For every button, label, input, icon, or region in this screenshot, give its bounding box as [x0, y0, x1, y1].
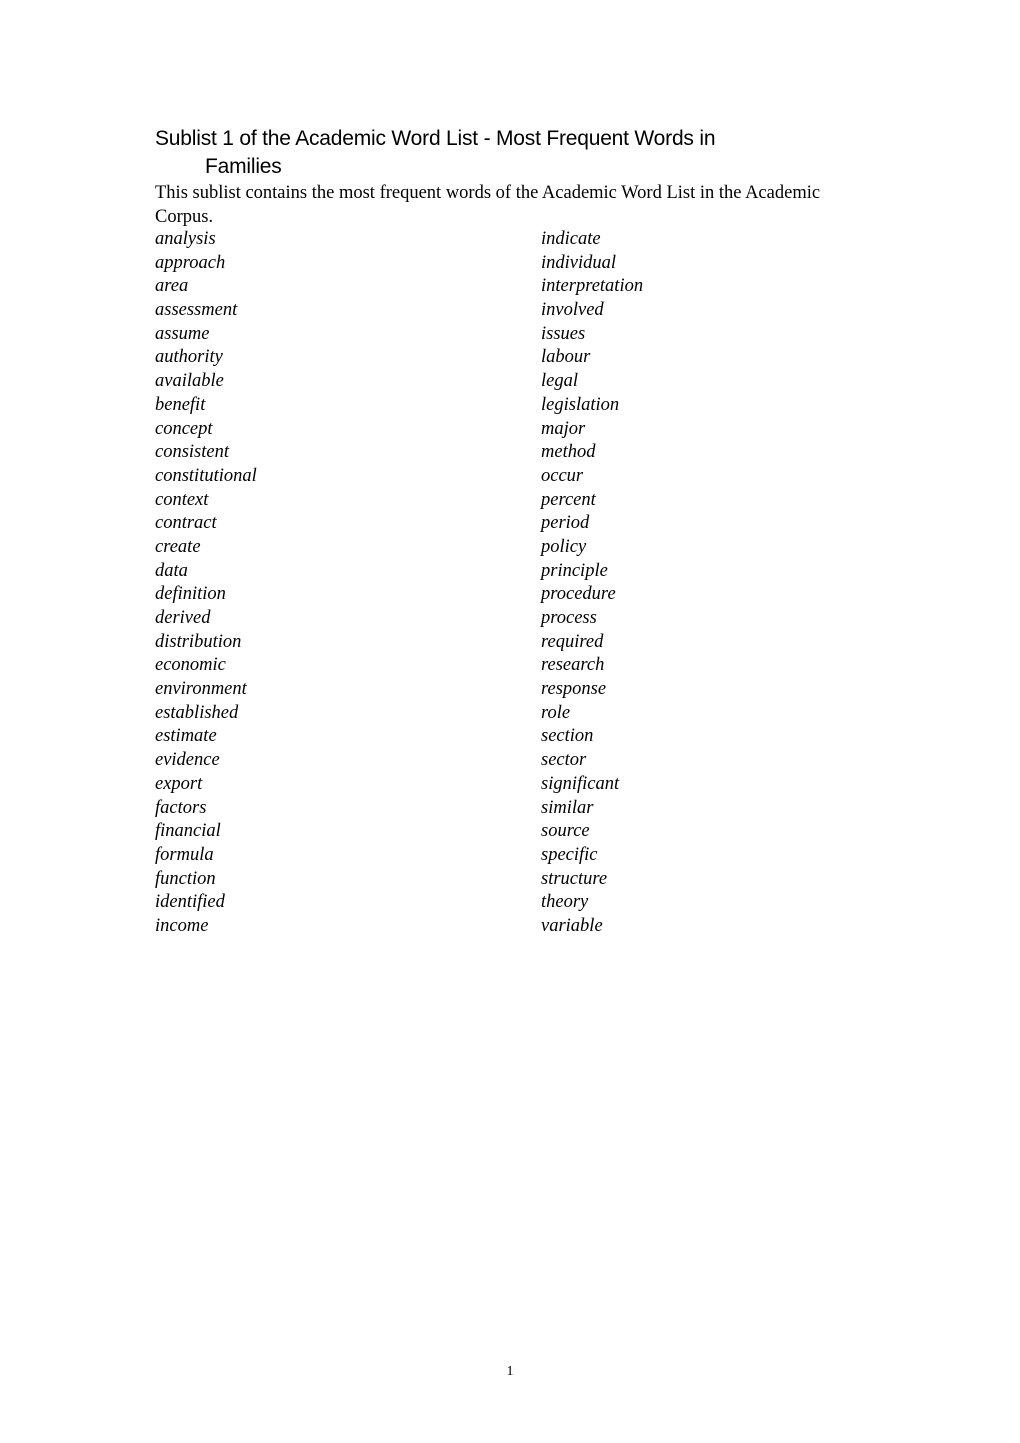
word-row: derived process [155, 607, 835, 631]
word-right: policy [541, 536, 587, 557]
word-right: interpretation [541, 276, 644, 297]
word-left: identified [155, 892, 225, 913]
document-title: Sublist 1 of the Academic Word List - Mo… [155, 125, 835, 181]
word-left: economic [155, 655, 226, 676]
word-row: distribution required [155, 631, 835, 655]
word-row: create policy [155, 536, 835, 560]
word-row: economic research [155, 654, 835, 678]
word-left: derived [155, 608, 211, 628]
word-left: benefit [155, 394, 206, 415]
word-right: issues [541, 323, 586, 344]
word-row: analysis indicate [155, 228, 835, 252]
title-line-1: Sublist 1 of the Academic Word List - Mo… [155, 127, 716, 150]
word-row: factors similar [155, 797, 835, 821]
word-row: financial source [155, 820, 835, 844]
word-right: variable [541, 915, 603, 936]
word-left: distribution [155, 631, 242, 652]
word-right: occur [541, 465, 584, 486]
word-left: estimate [155, 726, 217, 747]
word-row: estimate section [155, 725, 835, 749]
page-number: 1 [506, 1364, 514, 1379]
word-row: available legal [155, 370, 835, 394]
word-row: context percent [155, 489, 835, 513]
word-left: context [155, 489, 209, 510]
word-left: consistent [155, 442, 229, 463]
title-line-2: Families [205, 155, 282, 178]
word-left: approach [155, 252, 226, 273]
word-left: definition [155, 584, 226, 605]
word-row: concept major [155, 418, 835, 442]
word-right: labour [541, 347, 591, 368]
word-right: theory [541, 892, 589, 913]
word-right: specific [541, 844, 598, 865]
word-list: analysis indicate approach individual area in… [155, 228, 835, 939]
word-right: source [541, 821, 590, 842]
word-row: consistent method [155, 441, 835, 465]
word-right: legal [541, 371, 578, 392]
word-right: legislation [541, 394, 620, 415]
word-right: research [541, 655, 605, 676]
word-right: similar [541, 797, 594, 818]
word-left: create [155, 536, 201, 557]
word-row: export significant [155, 773, 835, 797]
word-left: established [155, 702, 239, 723]
word-right: response [541, 679, 607, 700]
word-left: financial [155, 821, 221, 842]
word-left: constitutional [155, 465, 257, 486]
word-row: assessment involved [155, 299, 835, 323]
document-page: Sublist 1 of the Academic Word List - Mo… [0, 0, 1020, 1443]
word-right: percent [541, 489, 596, 510]
word-right: required [541, 631, 604, 652]
word-row: function structure [155, 868, 835, 892]
word-row: benefit legislation [155, 394, 835, 418]
word-right: role [541, 702, 571, 723]
word-left: factors [155, 797, 207, 818]
word-row: area interpretation [155, 275, 835, 299]
word-left: evidence [155, 750, 220, 771]
word-right: significant [541, 773, 620, 794]
word-left: data [155, 560, 188, 581]
word-row: identified theory [155, 891, 835, 915]
word-row: established role [155, 702, 835, 726]
word-right: section [541, 726, 594, 747]
word-right: method [541, 442, 596, 463]
word-right: principle [541, 560, 608, 581]
word-right: structure [541, 868, 608, 889]
word-left: available [155, 371, 224, 392]
word-left: formula [155, 844, 214, 865]
word-left: concept [155, 418, 213, 439]
word-row: contract period [155, 512, 835, 536]
word-right: period [541, 513, 590, 534]
word-left: area [155, 276, 189, 297]
word-right: indicate [541, 229, 601, 249]
word-right: sector [541, 750, 587, 771]
word-left: export [155, 773, 203, 794]
word-right: individual [541, 252, 617, 273]
word-right: procedure [541, 584, 616, 605]
word-row: constitutional occur [155, 465, 835, 489]
word-left: assume [155, 323, 210, 344]
word-left: contract [155, 513, 217, 534]
word-row: environment response [155, 678, 835, 702]
word-left: assessment [155, 300, 238, 321]
word-row: income variable [155, 915, 835, 939]
word-left: environment [155, 679, 247, 700]
word-left: income [155, 915, 209, 936]
word-left: authority [155, 347, 223, 368]
word-row: definition procedure [155, 583, 835, 607]
word-right: process [541, 608, 597, 628]
word-row: data principle [155, 560, 835, 584]
word-left: analysis [155, 229, 216, 249]
word-row: formula specific [155, 844, 835, 868]
word-row: authority labour [155, 346, 835, 370]
word-right: major [541, 418, 586, 439]
intro-paragraph: This sublist contains the most frequent … [155, 183, 821, 227]
word-row: approach individual [155, 252, 835, 276]
word-right: involved [541, 300, 604, 321]
word-left: function [155, 868, 216, 889]
word-row: assume issues [155, 323, 835, 347]
word-row: evidence sector [155, 749, 835, 773]
